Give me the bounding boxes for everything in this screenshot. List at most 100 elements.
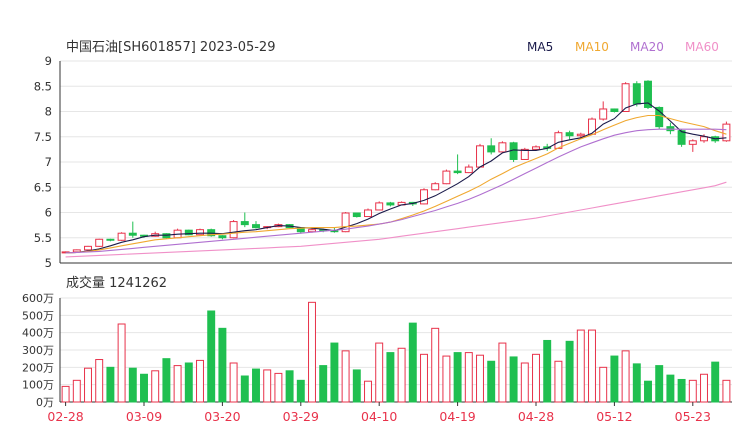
volume-panel: 600万 500万 400万 300万 200万 100万 0万 xyxy=(22,292,732,409)
volume-bar xyxy=(644,380,652,403)
ma-legend-ma5: MA5 xyxy=(527,40,553,54)
price-tick-label: 6.5 xyxy=(34,180,52,194)
volume-bar xyxy=(263,369,272,403)
volume-bar xyxy=(352,369,361,403)
candle-up xyxy=(375,202,384,211)
volume-bar xyxy=(386,352,395,403)
candle-down xyxy=(386,202,395,206)
volume-bar xyxy=(229,362,238,403)
price-tick-label: 8 xyxy=(45,105,52,119)
volume-tick-label: 300万 xyxy=(22,344,54,357)
candle-up xyxy=(576,133,585,137)
candle-down xyxy=(453,170,462,174)
volume-bar xyxy=(319,365,328,403)
candle-up xyxy=(364,209,372,218)
volume-bar xyxy=(196,359,204,403)
price-tick-label: 5 xyxy=(45,256,52,270)
candle-up xyxy=(431,183,440,191)
volume-bar xyxy=(532,353,540,403)
volume-bar xyxy=(117,323,126,403)
candle-up xyxy=(95,238,104,247)
volume-bar xyxy=(464,352,473,403)
volume-bar xyxy=(509,356,518,403)
volume-bar xyxy=(330,342,339,403)
volume-bar xyxy=(711,361,720,403)
ma-legend: MA5 MA10 MA20 MA60 xyxy=(527,40,719,54)
candle-down xyxy=(240,221,249,226)
candle-down xyxy=(128,232,137,236)
candle-up xyxy=(117,232,126,241)
volume-bar xyxy=(420,353,428,403)
volume-bar xyxy=(218,327,227,403)
volume-tick-label: 200万 xyxy=(22,361,54,374)
volume-bar xyxy=(296,379,305,403)
price-tick-label: 6 xyxy=(45,206,52,220)
volume-bar xyxy=(61,385,70,403)
candle-up xyxy=(464,166,473,174)
candle-down xyxy=(352,212,361,218)
volume-bar xyxy=(588,329,596,403)
volume-bar xyxy=(632,363,641,403)
volume-bar xyxy=(364,380,372,403)
price-tick-label: 7.5 xyxy=(34,130,52,144)
volume-bar xyxy=(184,362,193,403)
candle-down xyxy=(487,145,496,153)
stock-chart: 中国石油[SH601857] 2023-05-29 MA5 MA10 MA20 MA6… xyxy=(22,40,732,424)
date-tick-label: 04-10 xyxy=(361,409,397,424)
volume-bar xyxy=(84,367,92,403)
volume-tick-label: 0万 xyxy=(36,396,54,409)
ma-legend-ma20: MA20 xyxy=(630,40,664,54)
date-tick-label: 03-20 xyxy=(204,409,240,424)
volume-bar xyxy=(621,350,630,403)
volume-bar xyxy=(341,350,350,403)
date-tick-label: 04-28 xyxy=(518,409,554,424)
volume-bar xyxy=(128,367,137,403)
volume-title: 成交量 1241262 xyxy=(66,275,167,291)
volume-bar xyxy=(151,370,160,403)
date-tick-label: 05-23 xyxy=(675,409,711,424)
date-tick-label: 03-29 xyxy=(283,409,319,424)
ma-legend-ma60: MA60 xyxy=(685,40,719,54)
volume-bar xyxy=(700,373,708,403)
date-tick-label: 04-19 xyxy=(439,409,475,424)
candle-up xyxy=(308,229,316,233)
volume-bar xyxy=(722,379,731,403)
candle-up xyxy=(700,136,708,142)
volume-bar xyxy=(666,374,675,403)
volume-tick-label: 500万 xyxy=(22,309,54,322)
candle-up xyxy=(588,118,596,135)
price-panel: 9 8.5 8 7.5 7 6.5 6 5.5 5 xyxy=(34,54,732,270)
volume-bar xyxy=(565,340,574,403)
price-tick-label: 7 xyxy=(45,155,52,169)
volume-bar xyxy=(408,322,417,403)
volume-bar xyxy=(520,362,529,403)
ma-line-ma5 xyxy=(65,102,727,254)
ma-line-ma10 xyxy=(65,114,727,254)
candle-up xyxy=(84,245,92,251)
candle-down xyxy=(509,142,518,160)
volume-bar xyxy=(576,329,585,403)
volume-bar xyxy=(453,352,462,403)
volume-bar xyxy=(162,358,171,403)
candle-up xyxy=(498,142,507,153)
volume-bar xyxy=(173,365,182,403)
candle-down xyxy=(632,83,641,105)
candle-down xyxy=(106,238,115,241)
candle-up xyxy=(420,189,428,205)
price-tick-label: 9 xyxy=(45,54,52,68)
candle-up xyxy=(554,132,563,149)
volume-bar xyxy=(498,342,507,403)
candle-down xyxy=(565,132,574,137)
volume-bar xyxy=(252,368,260,403)
price-tick-label: 8.5 xyxy=(34,79,52,93)
date-axis: 02-28 03-09 03-20 03-29 04-10 04-19 04-28 05-12… xyxy=(47,402,711,424)
volume-bar xyxy=(599,366,608,403)
volume-tick-label: 100万 xyxy=(22,379,54,392)
volume-bar xyxy=(610,355,619,403)
volume-bar xyxy=(72,379,81,403)
date-tick-label: 03-09 xyxy=(126,409,162,424)
candle-down xyxy=(610,108,619,112)
candle-up xyxy=(442,170,451,185)
volume-bar xyxy=(106,366,115,403)
volume-bar xyxy=(688,379,697,403)
